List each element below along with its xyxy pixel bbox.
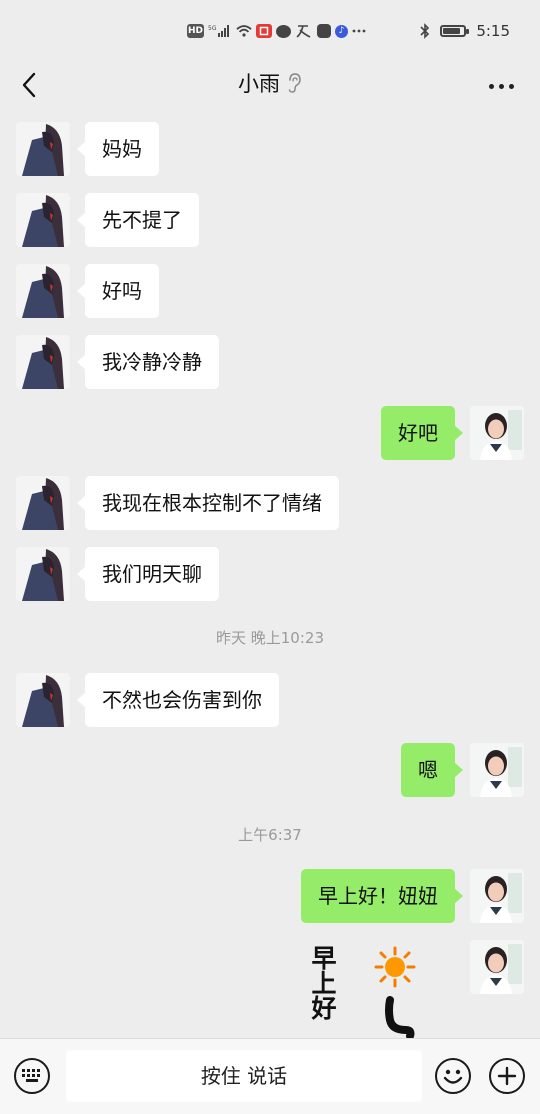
more-functions-button[interactable] [489,1058,525,1094]
contact-avatar[interactable] [16,264,70,318]
signal-icon: 5G [208,24,232,38]
clock: 5:15 [476,22,510,40]
contact-avatar[interactable] [16,673,70,727]
my-avatar[interactable] [470,743,524,797]
plus-icon [497,1066,517,1086]
network-type-label: 5G [208,25,217,32]
message-bubble-outgoing[interactable]: 好吧 [381,406,463,460]
contact-avatar[interactable] [16,476,70,530]
sticker-message[interactable]: 早上好 [300,940,460,1038]
contact-avatar[interactable] [16,122,70,176]
sticker-figure-icon [385,996,415,1038]
message-bubble-incoming[interactable]: 不然也会伤害到你 [77,673,279,727]
my-avatar[interactable] [470,869,524,923]
more-notifications-icon [352,24,366,38]
chat-header: 小雨 [0,62,540,108]
emoji-button[interactable] [435,1058,471,1094]
bluetooth-icon [420,23,430,39]
shield-app-icon [317,24,331,38]
more-options-button[interactable] [484,72,518,100]
message-bubble-outgoing[interactable]: 嗯 [401,743,463,797]
status-icons-left: HD 5G ♪ [187,21,366,41]
wifi-icon [236,24,252,38]
chat-title-wrap: 小雨 [0,68,540,98]
more-dots-icon [508,83,514,89]
sun-icon [374,946,416,988]
my-avatar[interactable] [470,406,524,460]
message-bubble-incoming[interactable]: 我们明天聊 [77,547,219,601]
timestamp-label: 昨天 晚上10:23 [216,629,324,647]
timestamp-label: 上午6:37 [238,826,302,844]
contact-avatar[interactable] [16,335,70,389]
message-bubble-outgoing[interactable]: 早上好！妞妞 [301,869,463,923]
input-bar: 按住 说话 [0,1038,540,1114]
my-avatar[interactable] [470,940,524,994]
message-bubble-incoming[interactable]: 先不提了 [77,193,199,247]
message-bubble-incoming[interactable]: 妈妈 [77,122,159,176]
chat-notification-icon [276,24,291,38]
status-icons-right: 5:15 [420,20,510,42]
keyboard-icon [22,1069,40,1082]
hd-badge: HD [187,24,204,38]
hold-to-talk-button[interactable]: 按住 说话 [66,1050,422,1102]
chat-title: 小雨 [238,72,280,96]
more-dots-icon [498,83,504,89]
battery-level [443,28,460,34]
message-bubble-incoming[interactable]: 我现在根本控制不了情绪 [77,476,339,530]
ear-icon [286,72,302,94]
sticker-text: 早上好 [308,945,337,1020]
music-icon: ♪ [335,24,348,38]
message-bubble-incoming[interactable]: 好吗 [77,264,159,318]
battery-icon [440,25,470,37]
contact-avatar[interactable] [16,193,70,247]
status-bar: HD 5G ♪ 5:15 [0,0,540,62]
message-list[interactable]: 妈妈 先不提了 好吗 我冷静冷静 好吧 我现在根本控制不了情绪 我们明天聊 昨天… [0,108,540,1038]
more-dots-icon [488,83,494,89]
smiley-icon [443,1069,463,1084]
message-bubble-incoming[interactable]: 我冷静冷静 [77,335,219,389]
keyboard-toggle-button[interactable] [14,1058,50,1094]
contact-avatar[interactable] [16,547,70,601]
translate-icon [295,24,313,38]
app-notification-icon [256,24,272,38]
